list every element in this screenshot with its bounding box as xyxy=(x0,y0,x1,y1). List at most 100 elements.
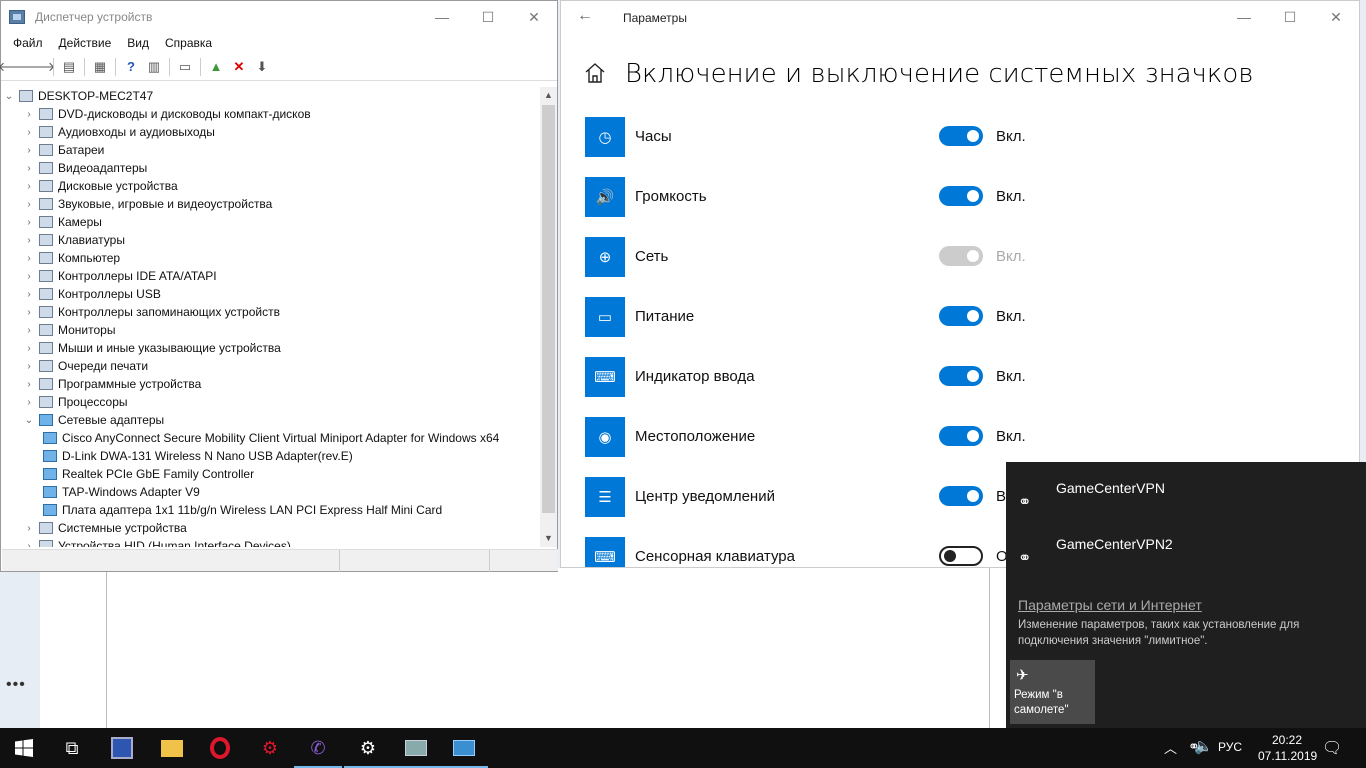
opera-icon[interactable] xyxy=(196,728,244,768)
tree-category[interactable]: › Контроллеры IDE ATA/ATAPI xyxy=(2,267,540,285)
expand-chevron-icon[interactable]: › xyxy=(22,343,36,354)
menu-help[interactable]: Справка xyxy=(157,36,220,50)
download-icon[interactable]: ⬇ xyxy=(252,57,272,77)
device-manager-taskbar-icon[interactable] xyxy=(392,728,440,768)
more-options-icon[interactable]: ••• xyxy=(6,676,36,696)
vertical-scrollbar[interactable]: ▲ ▼ xyxy=(540,87,557,547)
settings-minimize-button[interactable]: — xyxy=(1221,1,1267,33)
expand-chevron-icon[interactable]: › xyxy=(22,541,36,548)
scan-hardware-icon[interactable]: ▭ xyxy=(175,57,195,77)
tree-category[interactable]: › Аудиовходы и аудиовыходы xyxy=(2,123,540,141)
collapse-chevron-icon[interactable]: ⌄ xyxy=(2,91,16,102)
tree-category[interactable]: › Компьютер xyxy=(2,249,540,267)
show-hide-tree-icon[interactable]: ▤ xyxy=(59,57,79,77)
tree-device-item[interactable]: D-Link DWA-131 Wireless N Nano USB Adapt… xyxy=(2,447,540,465)
expand-chevron-icon[interactable]: › xyxy=(22,325,36,336)
collapse-chevron-icon[interactable]: ⌄ xyxy=(22,415,36,426)
show-hidden-icons-chevron-icon[interactable]: ︿ xyxy=(1164,738,1177,757)
properties-sheet-icon[interactable]: ▥ xyxy=(144,57,164,77)
maximize-button[interactable]: ☐ xyxy=(465,1,511,33)
tree-category[interactable]: › Звуковые, игровые и видеоустройства xyxy=(2,195,540,213)
expand-chevron-icon[interactable]: › xyxy=(22,163,36,174)
minimize-button[interactable]: — xyxy=(419,1,465,33)
tree-category[interactable]: › Батареи xyxy=(2,141,540,159)
action-center-icon[interactable]: 🗨 xyxy=(1322,738,1342,758)
back-arrow-icon[interactable]: ← xyxy=(577,7,593,25)
expand-chevron-icon[interactable]: › xyxy=(22,379,36,390)
help-icon[interactable]: ? xyxy=(121,57,141,77)
setting-toggle[interactable] xyxy=(939,126,983,146)
tree-category[interactable]: › Видеоадаптеры xyxy=(2,159,540,177)
expand-chevron-icon[interactable]: › xyxy=(22,235,36,246)
update-driver-icon[interactable]: ▲ xyxy=(206,57,226,77)
expand-chevron-icon[interactable]: › xyxy=(22,523,36,534)
expand-chevron-icon[interactable]: › xyxy=(22,127,36,138)
expand-chevron-icon[interactable]: › xyxy=(22,181,36,192)
expand-chevron-icon[interactable]: › xyxy=(22,217,36,228)
forward-arrow-icon[interactable]: 🡒 xyxy=(21,57,56,77)
setting-toggle[interactable] xyxy=(939,306,983,326)
properties-icon[interactable]: ▦ xyxy=(90,57,110,77)
expand-chevron-icon[interactable]: › xyxy=(22,253,36,264)
tree-category[interactable]: › Программные устройства xyxy=(2,375,540,393)
device-manager-titlebar[interactable]: Диспетчер устройств — ☐ ✕ xyxy=(1,1,557,33)
start-windows-icon[interactable] xyxy=(0,728,48,768)
setting-toggle[interactable] xyxy=(939,546,983,566)
tree-device-item[interactable]: Realtek PCIe GbE Family Controller xyxy=(2,465,540,483)
setting-toggle[interactable] xyxy=(939,186,983,206)
vpn-item[interactable]: ⚭ GameCenterVPN2 xyxy=(1016,526,1356,574)
menu-view[interactable]: Вид xyxy=(119,36,157,50)
file-explorer-icon[interactable] xyxy=(148,728,196,768)
expand-chevron-icon[interactable]: › xyxy=(22,307,36,318)
volume-tray-icon[interactable]: 🔈 xyxy=(1194,737,1213,755)
tree-root[interactable]: ⌄ DESKTOP-MEC2T47 xyxy=(2,87,540,105)
tree-device-item[interactable]: Cisco AnyConnect Secure Mobility Client … xyxy=(2,429,540,447)
tree-category[interactable]: › Устройства HID (Human Interface Devices… xyxy=(2,537,540,547)
tree-category[interactable]: › Очереди печати xyxy=(2,357,540,375)
settings-close-button[interactable]: ✕ xyxy=(1313,1,1359,33)
task-view-icon[interactable]: ⧉ xyxy=(48,728,96,768)
scroll-down-arrow[interactable]: ▼ xyxy=(540,530,557,547)
tree-category[interactable]: › Контроллеры запоминающих устройств xyxy=(2,303,540,321)
language-indicator[interactable]: РУС xyxy=(1218,740,1244,754)
settings-gear-icon[interactable]: ⚙ xyxy=(344,728,392,768)
tree-category[interactable]: › Дисковые устройства xyxy=(2,177,540,195)
tree-category[interactable]: › Камеры xyxy=(2,213,540,231)
expand-chevron-icon[interactable]: › xyxy=(22,109,36,120)
setting-toggle[interactable] xyxy=(939,366,983,386)
airplane-mode-button[interactable]: ✈ Режим "в самолете" xyxy=(1010,660,1095,724)
tree-category[interactable]: › DVD-дисководы и дисководы компакт-диско… xyxy=(2,105,540,123)
tree-category[interactable]: › Клавиатуры xyxy=(2,231,540,249)
game-app-icon[interactable]: ⚙ xyxy=(246,728,294,768)
setting-toggle[interactable] xyxy=(939,426,983,446)
tree-category[interactable]: ⌄ Сетевые адаптеры xyxy=(2,411,540,429)
expand-chevron-icon[interactable]: › xyxy=(22,361,36,372)
expand-chevron-icon[interactable]: › xyxy=(22,397,36,408)
scroll-up-arrow[interactable]: ▲ xyxy=(540,87,557,104)
tree-category[interactable]: › Контроллеры USB xyxy=(2,285,540,303)
close-button[interactable]: ✕ xyxy=(511,1,557,33)
viber-icon[interactable]: ✆ xyxy=(294,728,342,768)
settings-maximize-button[interactable]: ☐ xyxy=(1267,1,1313,33)
clock[interactable]: 20:22 07.11.2019 xyxy=(1258,732,1317,764)
expand-chevron-icon[interactable]: › xyxy=(22,289,36,300)
tree-device-item[interactable]: Плата адаптера 1x1 11b/g/n Wireless LAN … xyxy=(2,501,540,519)
expand-chevron-icon[interactable]: › xyxy=(22,271,36,282)
tree-category[interactable]: › Мыши и иные указывающие устройства xyxy=(2,339,540,357)
scrollbar-thumb[interactable] xyxy=(542,105,555,513)
tree-category[interactable]: › Процессоры xyxy=(2,393,540,411)
tree-device-item[interactable]: TAP-Windows Adapter V9 xyxy=(2,483,540,501)
uninstall-device-icon[interactable]: ✕ xyxy=(229,57,249,77)
setting-toggle[interactable] xyxy=(939,486,983,506)
control-panel-icon[interactable] xyxy=(440,728,488,768)
menu-file[interactable]: Файл xyxy=(5,36,51,50)
device-tree[interactable]: ⌄ DESKTOP-MEC2T47 › DVD-дисководы и диско… xyxy=(2,87,540,547)
network-settings-link[interactable]: Параметры сети и Интернет xyxy=(1018,597,1202,613)
menu-action[interactable]: Действие xyxy=(51,36,120,50)
tree-category[interactable]: › Системные устройства xyxy=(2,519,540,537)
tree-category[interactable]: › Мониторы xyxy=(2,321,540,339)
expand-chevron-icon[interactable]: › xyxy=(22,145,36,156)
save-app-icon[interactable] xyxy=(98,728,146,768)
home-icon[interactable] xyxy=(584,61,606,85)
vpn-item[interactable]: ⚭ GameCenterVPN xyxy=(1016,470,1356,518)
